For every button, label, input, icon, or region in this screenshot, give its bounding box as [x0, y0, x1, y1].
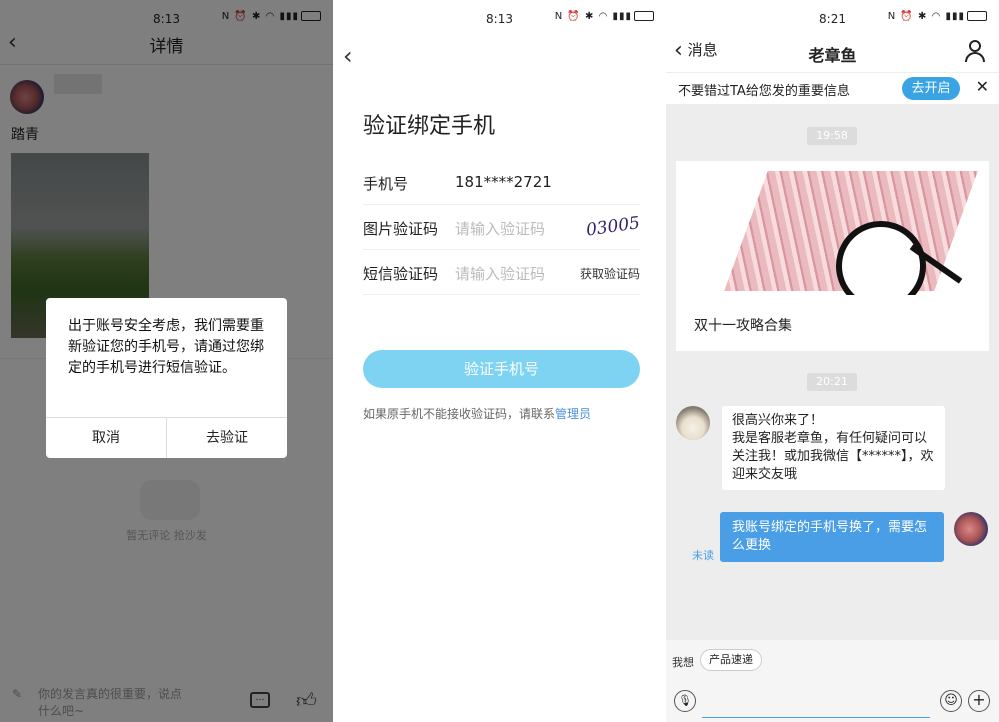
sms-input[interactable]: 请输入验证码: [455, 263, 545, 284]
incoming-message: 很高兴你来了！ 我是客服老章鱼，有任何疑问可以关注我！或加我微信【******】…: [722, 406, 945, 490]
want-label: 我想: [672, 656, 694, 669]
profile-icon[interactable]: [965, 40, 985, 62]
verify-dialog: 出于账号安全考虑，我们需要重新验证您的手机号，请通过您绑定的手机号进行短信验证。…: [46, 298, 287, 458]
phone-label: 手机号: [363, 175, 409, 193]
quick-reply-chip[interactable]: 产品速递: [700, 649, 762, 671]
message-input[interactable]: [702, 688, 930, 718]
emoji-icon[interactable]: ☺: [940, 690, 962, 712]
status-bar: 8:13 N ⏰ ✱ ◠ ▮▮▮: [333, 0, 666, 36]
close-icon[interactable]: ✕: [976, 77, 989, 96]
chat-title: 老章鱼: [808, 46, 857, 65]
user-avatar[interactable]: [954, 512, 988, 546]
captcha-row: 图片验证码 请输入验证码 03005: [363, 205, 641, 250]
post-detail-screen: 8:13 N ⏰ ✱ ◠ ▮▮▮ ‹ 详情 踏青 暂无评论 抢沙发 ✎ 你的发言…: [0, 0, 333, 722]
timestamp: 19:58: [807, 127, 857, 145]
unread-label: 未读: [692, 549, 714, 562]
verify-phone-button[interactable]: 验证手机号: [363, 350, 640, 388]
quick-reply-bar: 我想 产品速递: [666, 640, 999, 682]
battery-icon: [634, 11, 654, 21]
captcha-input[interactable]: 请输入验证码: [455, 218, 545, 239]
footer-note: 如果原手机不能接收验证码，请联系管理员: [363, 405, 591, 422]
sms-row: 短信验证码 请输入验证码 获取验证码: [363, 250, 640, 295]
notice-bar: 不要错过TA给您发的重要信息 去开启 ✕: [666, 72, 999, 104]
phone-row: 手机号 181****2721: [363, 160, 640, 205]
page-title: 验证绑定手机: [363, 114, 496, 139]
input-bar: 🎙︎ ☺ +: [666, 682, 999, 722]
admin-link[interactable]: 管理员: [555, 407, 591, 421]
captcha-image[interactable]: 03005: [584, 210, 641, 245]
back-icon[interactable]: ‹: [343, 42, 353, 70]
captcha-label: 图片验证码: [363, 220, 439, 238]
verify-phone-screen: 8:13 N ⏰ ✱ ◠ ▮▮▮ ‹ 验证绑定手机 手机号 181****272…: [333, 0, 666, 722]
status-icons: N ⏰ ✱ ◠ ▮▮▮: [888, 11, 987, 22]
dialog-message: 出于账号安全考虑，我们需要重新验证您的手机号，请通过您绑定的手机号进行短信验证。: [68, 318, 264, 376]
enable-notification-button[interactable]: 去开启: [902, 77, 960, 100]
battery-icon: [967, 11, 987, 21]
plus-icon[interactable]: +: [968, 690, 990, 712]
agent-avatar[interactable]: [676, 406, 710, 440]
card-image: [676, 161, 989, 295]
footer-text: 如果原手机不能接收验证码，请联系: [363, 407, 556, 421]
status-icons: N ⏰ ✱ ◠ ▮▮▮: [555, 11, 654, 22]
status-bar: 8:21 N ⏰ ✱ ◠ ▮▮▮: [666, 0, 999, 36]
get-code-button[interactable]: 获取验证码: [580, 265, 640, 282]
microphone-icon[interactable]: 🎙︎: [674, 690, 696, 712]
go-verify-button[interactable]: 去验证: [166, 418, 287, 458]
chat-screen: 8:21 N ⏰ ✱ ◠ ▮▮▮ ‹ 消息 老章鱼 不要错过TA给您发的重要信息…: [666, 0, 999, 722]
timestamp: 20:21: [807, 373, 857, 391]
phone-value: 181****2721: [455, 173, 552, 191]
article-card[interactable]: 双十一攻略合集: [676, 161, 989, 351]
sms-label: 短信验证码: [363, 265, 439, 283]
notice-text: 不要错过TA给您发的重要信息: [678, 84, 850, 99]
card-title: 双十一攻略合集: [694, 318, 792, 334]
outgoing-message: 我账号绑定的手机号换了，需要怎么更换: [720, 512, 944, 562]
cancel-button[interactable]: 取消: [46, 418, 166, 458]
